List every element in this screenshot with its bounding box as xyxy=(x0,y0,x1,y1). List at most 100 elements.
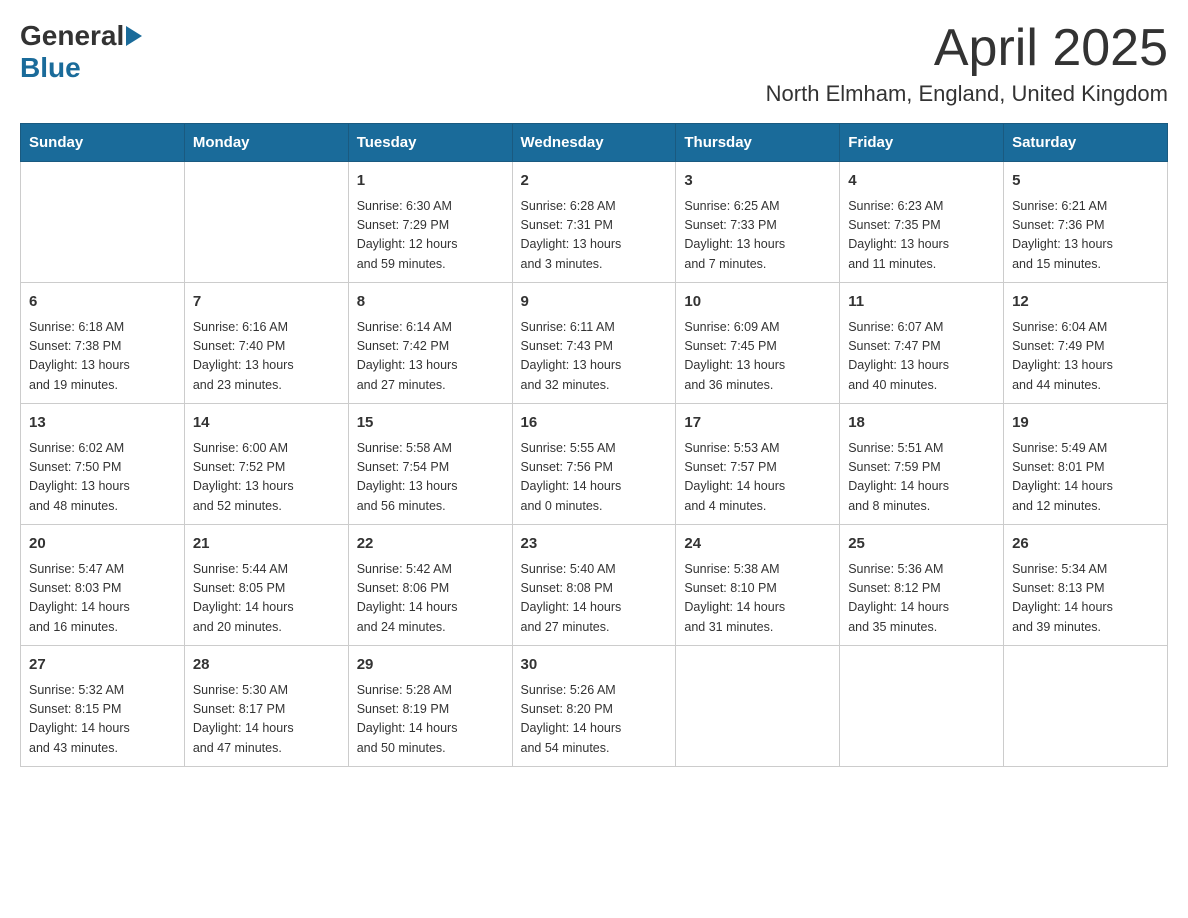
day-info: Sunrise: 6:18 AM Sunset: 7:38 PM Dayligh… xyxy=(29,318,176,396)
calendar-week-row: 1 Sunrise: 6:30 AM Sunset: 7:29 PM Daylig… xyxy=(21,162,1168,283)
calendar-header-cell: Saturday xyxy=(1004,124,1168,162)
day-info: Sunrise: 6:14 AM Sunset: 7:42 PM Dayligh… xyxy=(357,318,504,396)
calendar-day-cell: 1 Sunrise: 6:30 AM Sunset: 7:29 PM Daylig… xyxy=(348,162,512,283)
day-number: 27 xyxy=(29,654,176,677)
day-info: Sunrise: 6:16 AM Sunset: 7:40 PM Dayligh… xyxy=(193,318,340,396)
calendar-day-cell: 23Sunrise: 5:40 AM Sunset: 8:08 PM Dayli… xyxy=(512,525,676,646)
calendar-header-cell: Wednesday xyxy=(512,124,676,162)
calendar-week-row: 6Sunrise: 6:18 AM Sunset: 7:38 PM Daylig… xyxy=(21,283,1168,404)
calendar-day-cell xyxy=(184,162,348,283)
calendar-day-cell: 13 Sunrise: 6:02 AM Sunset: 7:50 PM Dayli… xyxy=(21,404,185,525)
title-area: April 2025 North Elmham, England, United… xyxy=(766,20,1168,107)
day-info: Sunrise: 6:04 AM Sunset: 7:49 PM Dayligh… xyxy=(1012,318,1159,396)
calendar-day-cell: 11 Sunrise: 6:07 AM Sunset: 7:47 PM Dayli… xyxy=(840,283,1004,404)
calendar-day-cell: 6Sunrise: 6:18 AM Sunset: 7:38 PM Daylig… xyxy=(21,283,185,404)
day-info: Sunrise: 5:28 AM Sunset: 8:19 PM Dayligh… xyxy=(357,681,504,759)
day-info: Sunrise: 6:28 AM Sunset: 7:31 PM Dayligh… xyxy=(521,197,668,275)
day-number: 28 xyxy=(193,654,340,677)
calendar-header-row: SundayMondayTuesdayWednesdayThursdayFrid… xyxy=(21,124,1168,162)
calendar-day-cell: 7 Sunrise: 6:16 AM Sunset: 7:40 PM Daylig… xyxy=(184,283,348,404)
logo-arrow-icon xyxy=(126,26,142,46)
calendar-day-cell: 9 Sunrise: 6:11 AM Sunset: 7:43 PM Daylig… xyxy=(512,283,676,404)
day-number: 21 xyxy=(193,533,340,556)
day-info: Sunrise: 6:25 AM Sunset: 7:33 PM Dayligh… xyxy=(684,197,831,275)
page-subtitle: North Elmham, England, United Kingdom xyxy=(766,81,1168,107)
calendar-day-cell: 22 Sunrise: 5:42 AM Sunset: 8:06 PM Dayli… xyxy=(348,525,512,646)
day-number: 17 xyxy=(684,412,831,435)
day-info: Sunrise: 5:38 AM Sunset: 8:10 PM Dayligh… xyxy=(684,560,831,638)
calendar-day-cell: 21Sunrise: 5:44 AM Sunset: 8:05 PM Dayli… xyxy=(184,525,348,646)
day-number: 4 xyxy=(848,170,995,193)
day-info: Sunrise: 6:30 AM Sunset: 7:29 PM Dayligh… xyxy=(357,197,504,275)
day-number: 3 xyxy=(684,170,831,193)
day-number: 20 xyxy=(29,533,176,556)
calendar-day-cell: 15Sunrise: 5:58 AM Sunset: 7:54 PM Dayli… xyxy=(348,404,512,525)
day-info: Sunrise: 5:55 AM Sunset: 7:56 PM Dayligh… xyxy=(521,439,668,517)
calendar-header-cell: Thursday xyxy=(676,124,840,162)
logo-general-text: General xyxy=(20,20,124,52)
calendar-body: 1 Sunrise: 6:30 AM Sunset: 7:29 PM Daylig… xyxy=(21,162,1168,767)
calendar-header-cell: Friday xyxy=(840,124,1004,162)
header: General Blue April 2025 North Elmham, En… xyxy=(20,20,1168,107)
day-number: 1 xyxy=(357,170,504,193)
calendar-day-cell xyxy=(1004,646,1168,767)
calendar-day-cell: 4Sunrise: 6:23 AM Sunset: 7:35 PM Daylig… xyxy=(840,162,1004,283)
day-info: Sunrise: 5:42 AM Sunset: 8:06 PM Dayligh… xyxy=(357,560,504,638)
calendar-day-cell: 18Sunrise: 5:51 AM Sunset: 7:59 PM Dayli… xyxy=(840,404,1004,525)
day-number: 9 xyxy=(521,291,668,314)
day-info: Sunrise: 5:26 AM Sunset: 8:20 PM Dayligh… xyxy=(521,681,668,759)
calendar-day-cell xyxy=(840,646,1004,767)
day-number: 29 xyxy=(357,654,504,677)
calendar-week-row: 13 Sunrise: 6:02 AM Sunset: 7:50 PM Dayli… xyxy=(21,404,1168,525)
day-info: Sunrise: 6:21 AM Sunset: 7:36 PM Dayligh… xyxy=(1012,197,1159,275)
day-number: 5 xyxy=(1012,170,1159,193)
day-number: 14 xyxy=(193,412,340,435)
calendar-week-row: 27 Sunrise: 5:32 AM Sunset: 8:15 PM Dayli… xyxy=(21,646,1168,767)
day-number: 2 xyxy=(521,170,668,193)
calendar-table: SundayMondayTuesdayWednesdayThursdayFrid… xyxy=(20,123,1168,767)
day-info: Sunrise: 5:30 AM Sunset: 8:17 PM Dayligh… xyxy=(193,681,340,759)
day-info: Sunrise: 5:47 AM Sunset: 8:03 PM Dayligh… xyxy=(29,560,176,638)
day-number: 22 xyxy=(357,533,504,556)
day-info: Sunrise: 5:40 AM Sunset: 8:08 PM Dayligh… xyxy=(521,560,668,638)
day-info: Sunrise: 6:09 AM Sunset: 7:45 PM Dayligh… xyxy=(684,318,831,396)
day-info: Sunrise: 5:34 AM Sunset: 8:13 PM Dayligh… xyxy=(1012,560,1159,638)
day-number: 26 xyxy=(1012,533,1159,556)
calendar-day-cell: 2 Sunrise: 6:28 AM Sunset: 7:31 PM Daylig… xyxy=(512,162,676,283)
day-number: 11 xyxy=(848,291,995,314)
day-info: Sunrise: 5:53 AM Sunset: 7:57 PM Dayligh… xyxy=(684,439,831,517)
calendar-day-cell: 5 Sunrise: 6:21 AM Sunset: 7:36 PM Daylig… xyxy=(1004,162,1168,283)
calendar-day-cell: 12 Sunrise: 6:04 AM Sunset: 7:49 PM Dayli… xyxy=(1004,283,1168,404)
calendar-day-cell: 24Sunrise: 5:38 AM Sunset: 8:10 PM Dayli… xyxy=(676,525,840,646)
day-number: 12 xyxy=(1012,291,1159,314)
calendar-day-cell: 14Sunrise: 6:00 AM Sunset: 7:52 PM Dayli… xyxy=(184,404,348,525)
day-number: 7 xyxy=(193,291,340,314)
day-info: Sunrise: 6:07 AM Sunset: 7:47 PM Dayligh… xyxy=(848,318,995,396)
day-info: Sunrise: 5:32 AM Sunset: 8:15 PM Dayligh… xyxy=(29,681,176,759)
calendar-header-cell: Tuesday xyxy=(348,124,512,162)
day-number: 13 xyxy=(29,412,176,435)
day-number: 15 xyxy=(357,412,504,435)
logo-blue-text: Blue xyxy=(20,52,81,84)
day-info: Sunrise: 5:51 AM Sunset: 7:59 PM Dayligh… xyxy=(848,439,995,517)
calendar-header: SundayMondayTuesdayWednesdayThursdayFrid… xyxy=(21,124,1168,162)
logo: General Blue xyxy=(20,20,142,84)
calendar-day-cell: 10 Sunrise: 6:09 AM Sunset: 7:45 PM Dayli… xyxy=(676,283,840,404)
day-number: 10 xyxy=(684,291,831,314)
calendar-day-cell: 3 Sunrise: 6:25 AM Sunset: 7:33 PM Daylig… xyxy=(676,162,840,283)
calendar-header-cell: Monday xyxy=(184,124,348,162)
day-info: Sunrise: 6:02 AM Sunset: 7:50 PM Dayligh… xyxy=(29,439,176,517)
day-number: 30 xyxy=(521,654,668,677)
calendar-day-cell: 30 Sunrise: 5:26 AM Sunset: 8:20 PM Dayli… xyxy=(512,646,676,767)
day-number: 8 xyxy=(357,291,504,314)
calendar-day-cell: 25Sunrise: 5:36 AM Sunset: 8:12 PM Dayli… xyxy=(840,525,1004,646)
calendar-day-cell: 26 Sunrise: 5:34 AM Sunset: 8:13 PM Dayli… xyxy=(1004,525,1168,646)
calendar-day-cell: 29 Sunrise: 5:28 AM Sunset: 8:19 PM Dayli… xyxy=(348,646,512,767)
calendar-day-cell xyxy=(676,646,840,767)
day-info: Sunrise: 6:11 AM Sunset: 7:43 PM Dayligh… xyxy=(521,318,668,396)
calendar-day-cell: 16Sunrise: 5:55 AM Sunset: 7:56 PM Dayli… xyxy=(512,404,676,525)
day-info: Sunrise: 5:49 AM Sunset: 8:01 PM Dayligh… xyxy=(1012,439,1159,517)
day-number: 25 xyxy=(848,533,995,556)
calendar-week-row: 20 Sunrise: 5:47 AM Sunset: 8:03 PM Dayli… xyxy=(21,525,1168,646)
calendar-day-cell: 17 Sunrise: 5:53 AM Sunset: 7:57 PM Dayli… xyxy=(676,404,840,525)
